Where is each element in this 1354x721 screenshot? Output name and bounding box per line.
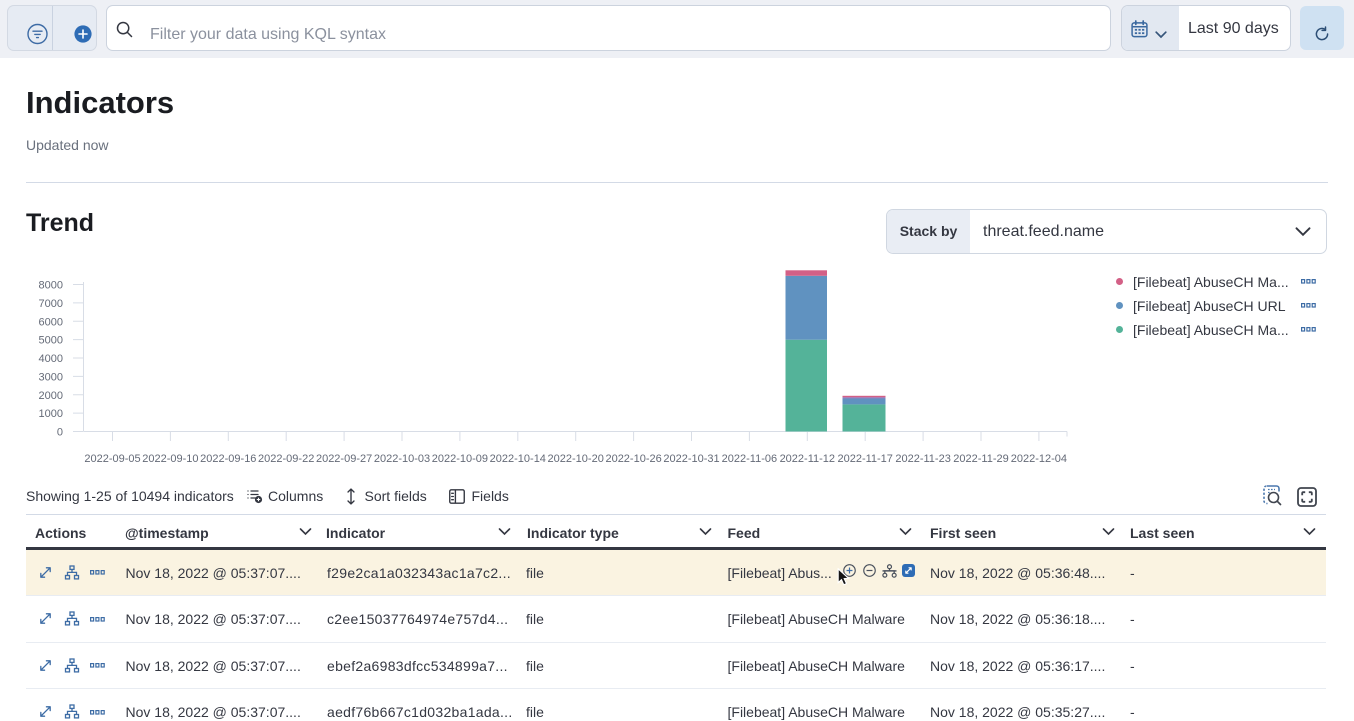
svg-text:2022-09-22: 2022-09-22 [258,453,314,462]
svg-text:2022-09-10: 2022-09-10 [142,453,198,462]
svg-text:2022-11-06: 2022-11-06 [722,453,777,462]
svg-text:2022-10-20: 2022-10-20 [548,453,604,462]
svg-text:6000: 6000 [39,316,63,328]
svg-text:4000: 4000 [39,353,63,365]
svg-text:2022-10-14: 2022-10-14 [490,453,546,462]
svg-text:2022-11-12: 2022-11-12 [780,453,835,462]
svg-text:2000: 2000 [39,390,63,402]
svg-text:2022-10-26: 2022-10-26 [605,453,661,462]
svg-text:3000: 3000 [39,371,63,383]
svg-text:2022-11-23: 2022-11-23 [895,453,950,462]
svg-text:7000: 7000 [39,298,63,310]
svg-text:2022-12-04: 2022-12-04 [1011,453,1067,462]
svg-text:0: 0 [57,427,63,439]
svg-text:2022-09-16: 2022-09-16 [200,453,256,462]
svg-text:2022-10-09: 2022-10-09 [432,453,488,462]
svg-text:5000: 5000 [39,335,63,347]
svg-text:2022-09-05: 2022-09-05 [84,453,140,462]
svg-text:1000: 1000 [39,408,63,420]
svg-text:2022-11-29: 2022-11-29 [953,453,1008,462]
svg-text:2022-10-03: 2022-10-03 [374,453,430,462]
svg-text:2022-10-31: 2022-10-31 [663,453,719,462]
svg-text:8000: 8000 [39,280,63,292]
svg-text:2022-09-27: 2022-09-27 [316,453,372,462]
svg-text:2022-11-17: 2022-11-17 [837,453,892,462]
